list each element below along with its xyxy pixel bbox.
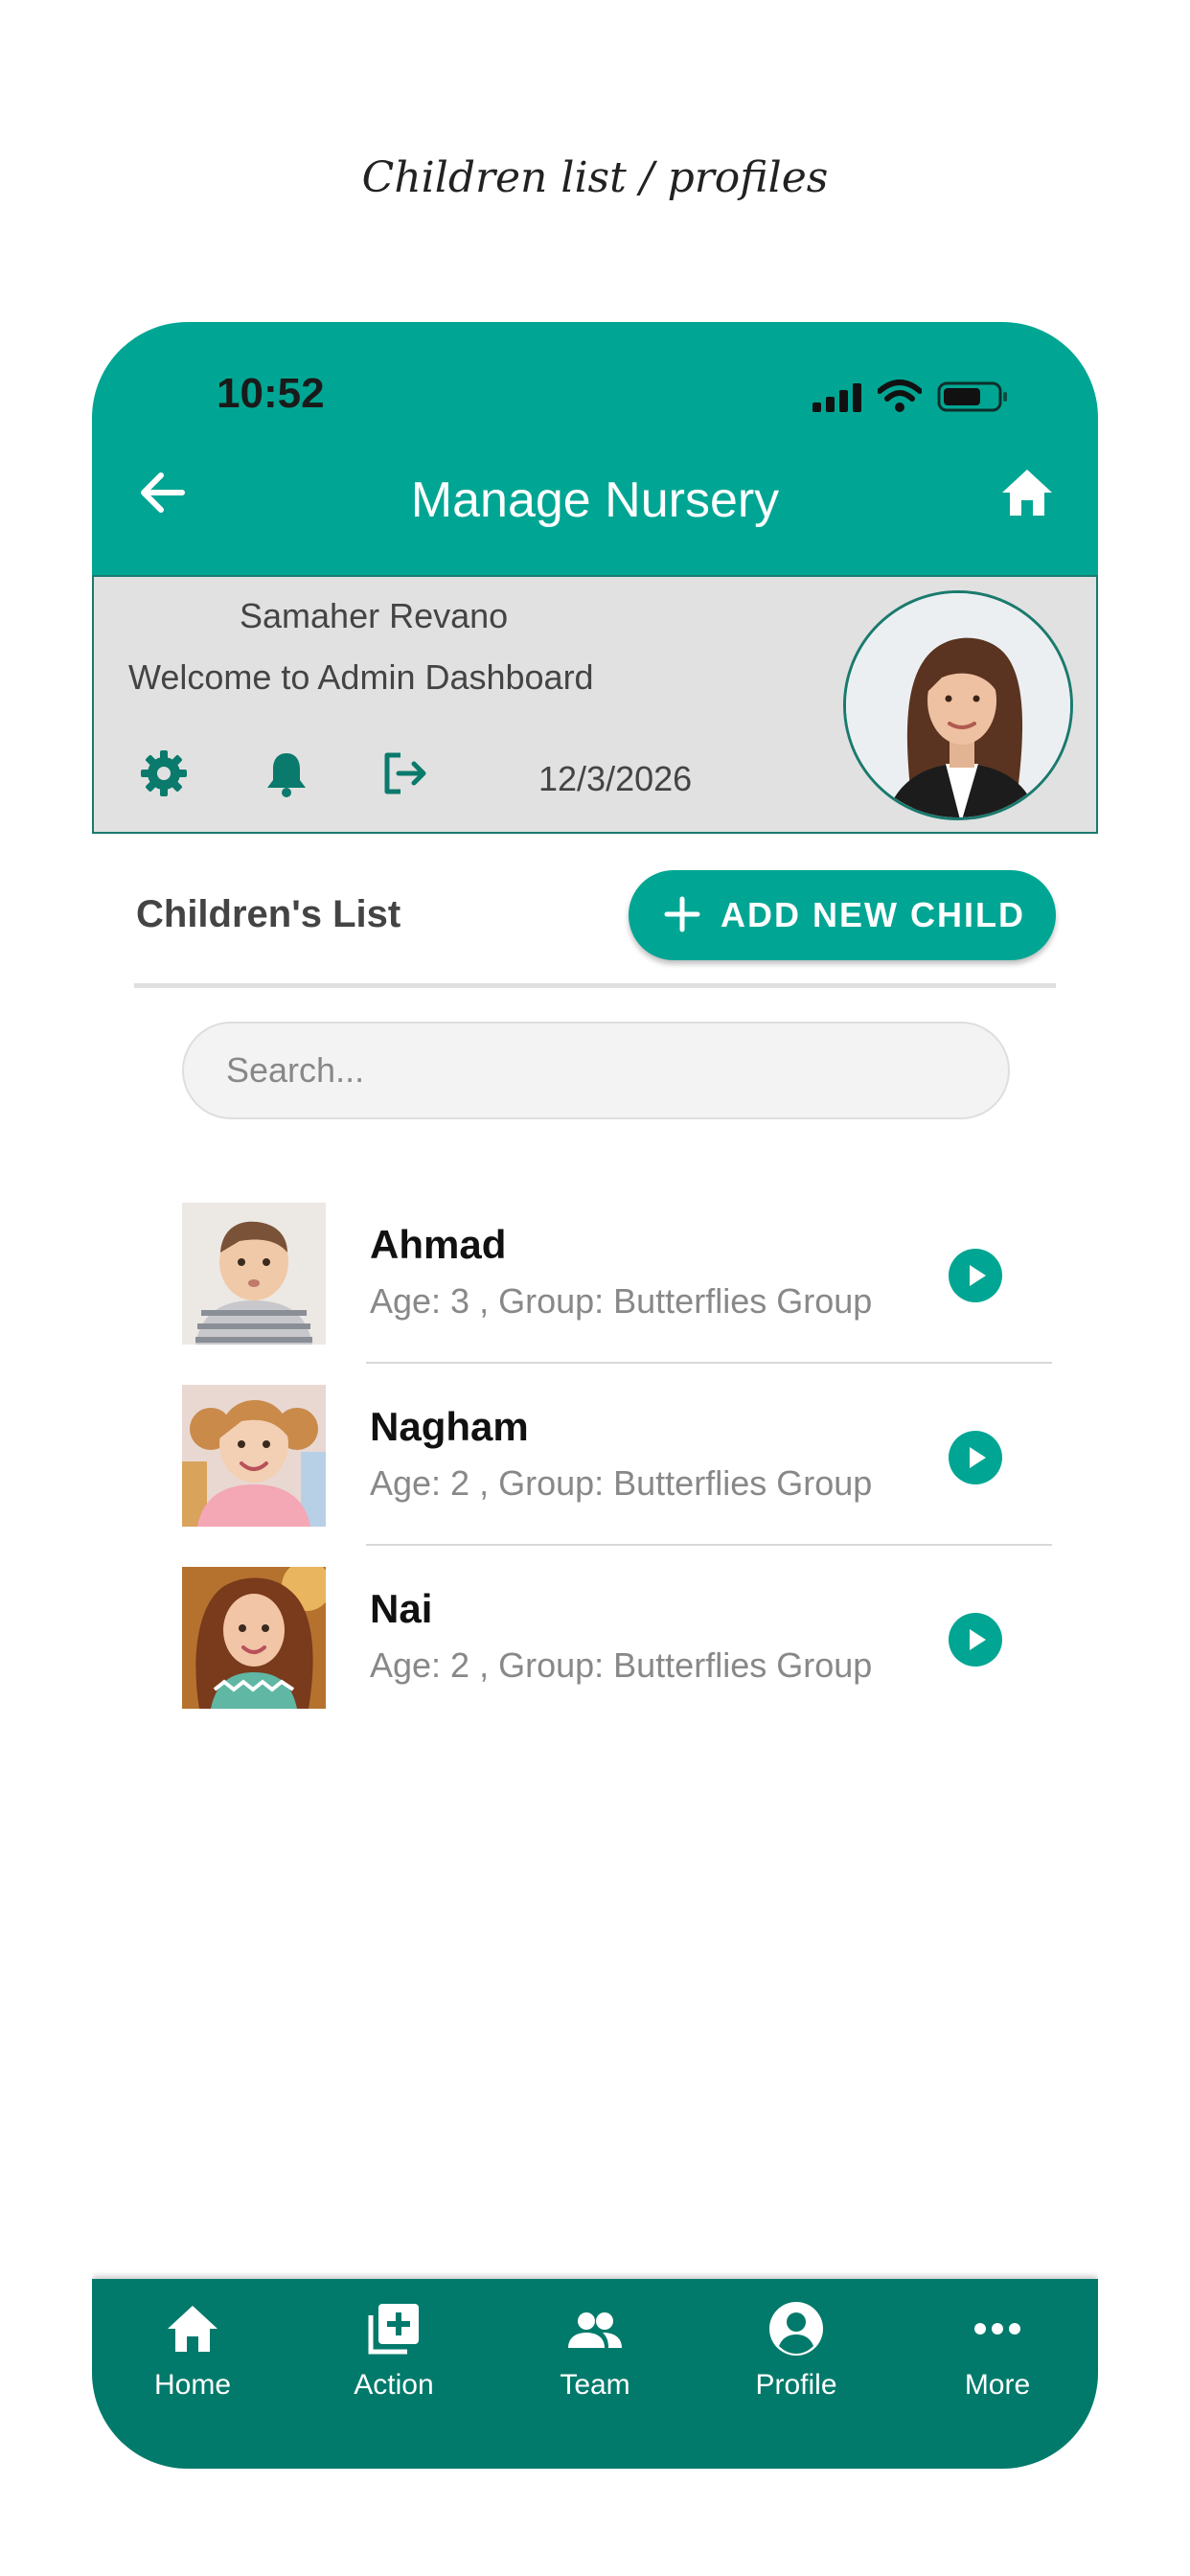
more-dots-icon xyxy=(974,2323,1020,2334)
child-photo-nagham xyxy=(182,1385,326,1527)
admin-photo xyxy=(846,593,1070,817)
children-list-title: Children's List xyxy=(136,893,401,935)
child-name: Nai xyxy=(370,1586,433,1631)
nav-label: Profile xyxy=(755,2369,837,2401)
home-icon[interactable] xyxy=(998,466,1056,519)
nav-label: Home xyxy=(153,2369,232,2401)
app-header: 10:52 Manage Nursery xyxy=(92,322,1098,575)
wifi-icon xyxy=(878,380,922,412)
bell-icon[interactable] xyxy=(261,748,312,799)
page-title: Manage Nursery xyxy=(410,472,780,528)
bottom-nav: Home Action Team Profile More xyxy=(92,2279,1098,2469)
nav-team[interactable]: Team xyxy=(494,2279,696,2469)
admin-avatar[interactable] xyxy=(843,590,1073,820)
battery-icon xyxy=(937,381,1007,412)
add-new-child-button[interactable]: ADD NEW CHILD xyxy=(629,870,1056,960)
nav-label: More xyxy=(964,2369,1031,2401)
list-divider xyxy=(134,983,1056,988)
child-name: Nagham xyxy=(370,1404,529,1449)
child-row-ahmad[interactable]: Ahmad Age: 3 , Group: Butterflies Group xyxy=(182,1203,1058,1346)
logout-icon[interactable] xyxy=(379,748,431,799)
child-row-nagham[interactable]: Nagham Age: 2 , Group: Butterflies Group xyxy=(182,1385,1058,1529)
current-date: 12/3/2026 xyxy=(538,759,693,798)
add-box-icon xyxy=(368,2304,419,2355)
plus-icon xyxy=(664,896,700,932)
play-circle-icon[interactable] xyxy=(949,1249,1002,1302)
row-separator xyxy=(366,1362,1052,1364)
signal-icon xyxy=(812,383,861,412)
page-caption: Children list / profiles xyxy=(361,153,829,202)
child-info: Age: 3 , Group: Butterflies Group xyxy=(370,1281,873,1321)
add-new-child-label: ADD NEW CHILD xyxy=(721,895,1025,934)
admin-panel: Samaher Revano Welcome to Admin Dashboar… xyxy=(92,575,1098,834)
child-name: Ahmad xyxy=(370,1222,507,1267)
nav-action[interactable]: Action xyxy=(293,2279,494,2469)
nav-label: Team xyxy=(560,2369,630,2401)
row-separator xyxy=(366,1544,1052,1546)
account-circle-icon xyxy=(769,2302,823,2356)
welcome-text: Welcome to Admin Dashboard xyxy=(128,657,594,697)
nav-home[interactable]: Home xyxy=(92,2279,293,2469)
admin-name: Samaher Revano xyxy=(240,596,509,635)
play-circle-icon[interactable] xyxy=(949,1613,1002,1667)
child-row-nai[interactable]: Nai Age: 2 , Group: Butterflies Group xyxy=(182,1567,1058,1711)
play-circle-icon[interactable] xyxy=(949,1431,1002,1484)
nav-more[interactable]: More xyxy=(897,2279,1098,2469)
phone-screen: 10:52 Manage Nursery Samaher Revano Welc… xyxy=(92,322,1098,2469)
gear-icon[interactable] xyxy=(138,748,190,799)
status-time: 10:52 xyxy=(217,370,325,417)
child-info: Age: 2 , Group: Butterflies Group xyxy=(370,1463,873,1503)
child-info: Age: 2 , Group: Butterflies Group xyxy=(370,1645,873,1685)
people-icon xyxy=(568,2312,622,2348)
child-photo-nai xyxy=(182,1567,326,1709)
child-photo-ahmad xyxy=(182,1203,326,1345)
home-icon xyxy=(168,2306,217,2352)
nav-profile[interactable]: Profile xyxy=(696,2279,897,2469)
search-input[interactable] xyxy=(182,1022,1010,1119)
nav-label: Action xyxy=(354,2369,434,2401)
